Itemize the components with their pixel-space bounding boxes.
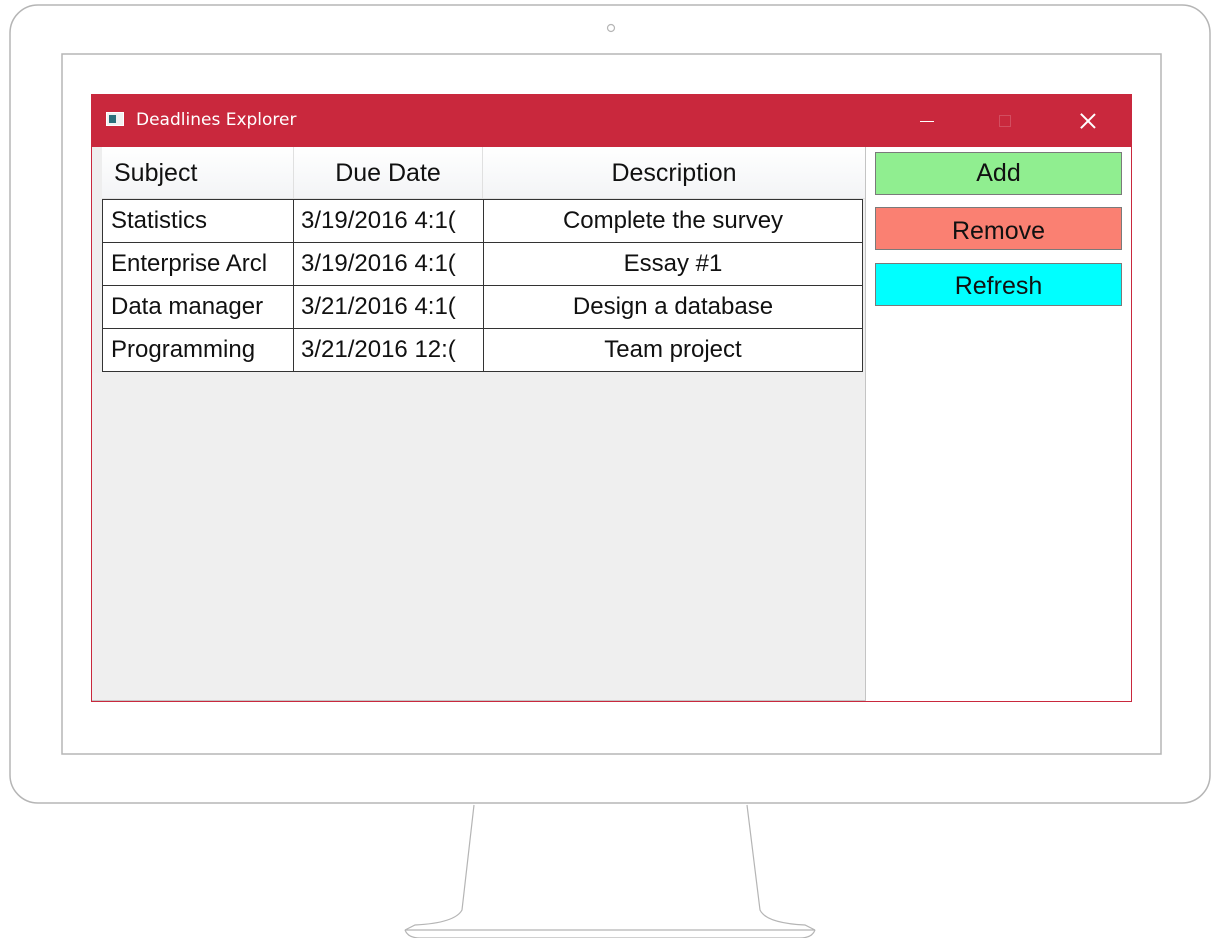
table-row[interactable]: Enterprise Arcl 3/19/2016 4:1( Essay #1 — [102, 242, 865, 286]
description-cell[interactable]: Team project — [483, 328, 863, 372]
subject-cell[interactable]: Statistics — [102, 199, 294, 243]
due-date-cell[interactable]: 3/19/2016 4:1( — [293, 242, 484, 286]
due-date-cell[interactable]: 3/21/2016 12:( — [293, 328, 484, 372]
column-header-subject[interactable]: Subject — [102, 147, 294, 199]
subject-cell[interactable]: Data manager — [102, 285, 294, 329]
grid-body: Statistics 3/19/2016 4:1( Complete the s… — [102, 199, 865, 372]
remove-button[interactable]: Remove — [875, 207, 1122, 250]
description-cell[interactable]: Complete the survey — [483, 199, 863, 243]
grid-header-row: Subject Due Date Description — [102, 147, 865, 199]
client-area: Subject Due Date Description Statistics … — [92, 147, 1131, 701]
column-header-due-date[interactable]: Due Date — [294, 147, 483, 199]
table-row[interactable]: Statistics 3/19/2016 4:1( Complete the s… — [102, 199, 865, 243]
table-row[interactable]: Data manager 3/21/2016 4:1( Design a dat… — [102, 285, 865, 329]
minimize-button[interactable] — [898, 95, 956, 147]
column-header-description[interactable]: Description — [483, 147, 865, 199]
app-window: Deadlines Explorer Subject Due Date Desc… — [91, 94, 1132, 702]
table-row[interactable]: Programming 3/21/2016 12:( Team project — [102, 328, 865, 372]
description-cell[interactable]: Essay #1 — [483, 242, 863, 286]
monitor-stand — [404, 804, 816, 931]
maximize-icon — [999, 115, 1011, 127]
description-cell[interactable]: Design a database — [483, 285, 863, 329]
due-date-cell[interactable]: 3/21/2016 4:1( — [293, 285, 484, 329]
maximize-button[interactable] — [976, 95, 1034, 147]
subject-cell[interactable]: Enterprise Arcl — [102, 242, 294, 286]
action-panel: Add Remove Refresh — [866, 147, 1131, 701]
row-header-strip — [92, 147, 102, 373]
due-date-cell[interactable]: 3/19/2016 4:1( — [293, 199, 484, 243]
monitor-stand-base — [404, 929, 816, 938]
add-button[interactable]: Add — [875, 152, 1122, 195]
subject-cell[interactable]: Programming — [102, 328, 294, 372]
app-window-icon — [106, 112, 124, 126]
deadlines-grid[interactable]: Subject Due Date Description Statistics … — [92, 147, 866, 701]
minimize-icon — [920, 120, 934, 122]
title-bar[interactable]: Deadlines Explorer — [92, 95, 1131, 147]
refresh-button[interactable]: Refresh — [875, 263, 1122, 306]
close-button[interactable] — [1059, 95, 1117, 147]
close-icon — [1080, 113, 1096, 129]
window-title: Deadlines Explorer — [136, 110, 297, 130]
